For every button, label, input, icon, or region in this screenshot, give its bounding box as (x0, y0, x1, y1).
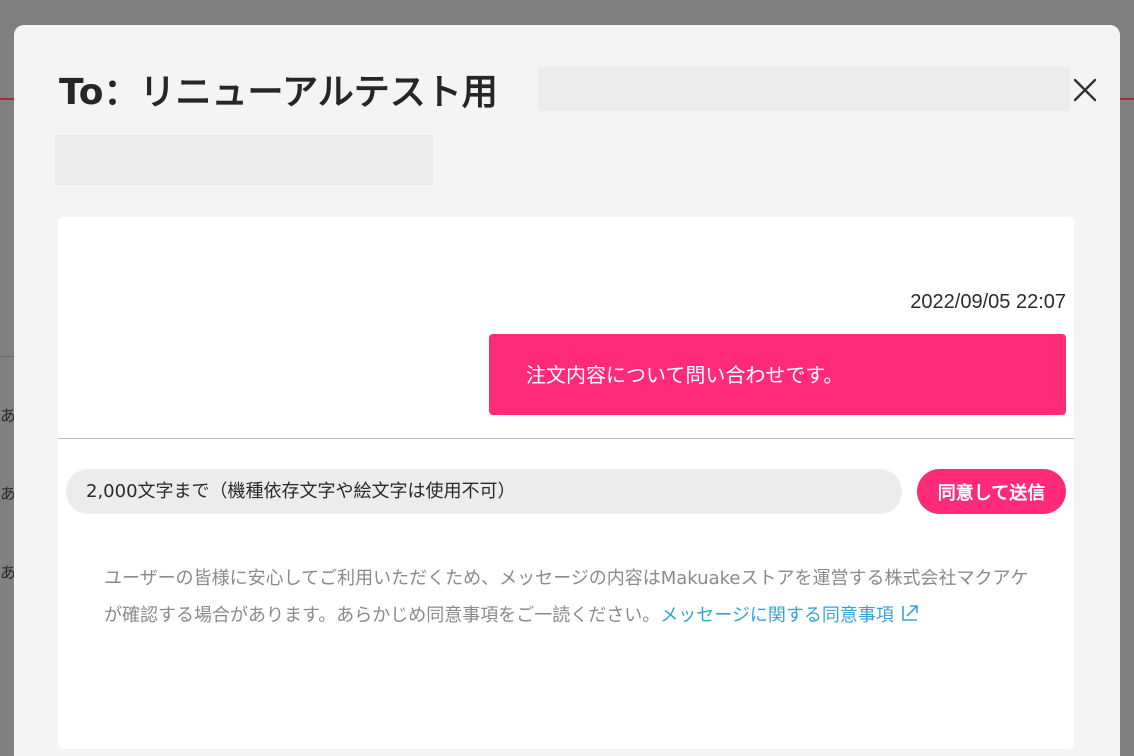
agree-and-send-button[interactable]: 同意して送信 (917, 469, 1066, 514)
message-input[interactable] (66, 469, 902, 514)
message-timestamp: 2022/09/05 22:07 (910, 291, 1066, 313)
message-text: 注文内容について問い合わせです。 (526, 362, 844, 387)
conversation-card: 2022/09/05 22:07 注文内容について問い合わせです。 同意して送信… (58, 217, 1074, 749)
close-button[interactable] (1070, 75, 1100, 105)
background-header-line (0, 98, 14, 100)
message-modal: To：リニューアルテスト用 2022/09/05 22:07 注文内容について問… (14, 25, 1120, 756)
background-text-fragment: あ (0, 406, 14, 425)
close-icon (1073, 78, 1097, 102)
background-text-fragment: あ (0, 484, 14, 503)
background-text-fragment: あ (0, 563, 14, 582)
modal-title: To：リニューアルテスト用 (59, 72, 498, 113)
consent-terms-link-label: メッセージに関する同意事項 (660, 605, 894, 626)
redacted-recipient-subtitle (55, 135, 433, 185)
sent-message-bubble: 注文内容について問い合わせです。 (489, 334, 1066, 415)
external-link-icon (900, 599, 920, 636)
background-divider (0, 356, 14, 357)
background-header-line-right (1120, 98, 1134, 100)
consent-terms-link[interactable]: メッセージに関する同意事項 (660, 605, 920, 626)
privacy-notice: ユーザーの皆様に安心してご利用いただくため、メッセージの内容はMakuakeスト… (104, 560, 1034, 636)
redacted-recipient-name (538, 67, 1070, 111)
composer-divider (58, 438, 1074, 439)
